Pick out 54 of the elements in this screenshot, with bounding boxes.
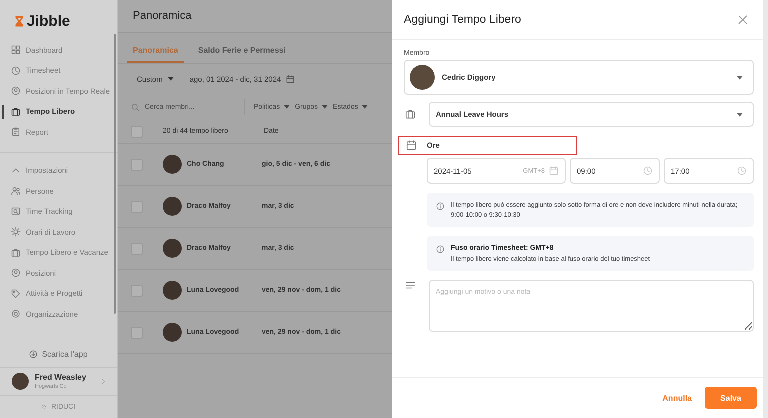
checkbox[interactable]	[131, 158, 143, 170]
info-icon	[436, 202, 445, 211]
caret-icon	[737, 76, 743, 80]
clock-icon	[643, 166, 653, 176]
avatar	[163, 281, 182, 300]
caret-icon	[362, 105, 368, 109]
checkbox[interactable]	[131, 242, 143, 254]
briefcase-icon	[11, 106, 21, 117]
avatar	[410, 65, 435, 90]
tag-icon	[11, 288, 21, 299]
search-icon	[131, 102, 140, 112]
avatar	[12, 373, 29, 390]
checkbox[interactable]	[131, 200, 143, 212]
info-icon	[436, 245, 445, 254]
download-icon	[29, 350, 38, 358]
checkbox[interactable]	[131, 326, 143, 338]
calendar-icon	[286, 74, 296, 84]
cancel-button[interactable]: Annulla	[658, 390, 696, 406]
briefcase-icon	[11, 248, 21, 258]
hourglass-icon	[15, 15, 24, 28]
lines-icon	[405, 280, 416, 291]
briefcase-icon	[405, 109, 416, 120]
avatar	[163, 155, 182, 174]
clock-icon	[737, 166, 747, 176]
collapse-icon	[41, 404, 48, 410]
download-app-button[interactable]: Scarica l'app	[0, 345, 117, 363]
sun-icon	[11, 227, 21, 238]
save-button[interactable]: Salva	[705, 387, 757, 409]
grid-icon	[11, 45, 21, 56]
caret-icon	[737, 112, 743, 116]
tab[interactable]: Panoramica	[127, 43, 184, 63]
tab[interactable]: Saldo Ferie e Permessi	[192, 43, 292, 63]
clock-icon	[11, 66, 21, 76]
checkbox[interactable]	[131, 126, 143, 138]
calendar-icon	[549, 166, 559, 176]
close-button[interactable]	[737, 14, 749, 26]
caret-icon	[284, 105, 290, 109]
avatar	[163, 323, 182, 342]
avatar	[163, 197, 182, 216]
checkbox[interactable]	[131, 284, 143, 296]
chevron-right-icon	[100, 378, 107, 385]
caret-icon	[322, 105, 328, 109]
close-icon	[737, 14, 749, 26]
dialog-title: Aggiungi Tempo Libero	[404, 14, 522, 26]
screen-icon	[11, 206, 21, 217]
app-logo-text: Jibble	[27, 13, 70, 30]
people-icon	[11, 186, 21, 196]
user-name: Fred Weasley	[35, 373, 88, 382]
caret-icon	[168, 77, 174, 81]
calendar-icon	[406, 140, 417, 151]
clipboard-icon	[11, 127, 21, 138]
avatar	[163, 239, 182, 258]
settings-icon	[11, 309, 21, 320]
page-title: Panoramica	[133, 10, 192, 22]
